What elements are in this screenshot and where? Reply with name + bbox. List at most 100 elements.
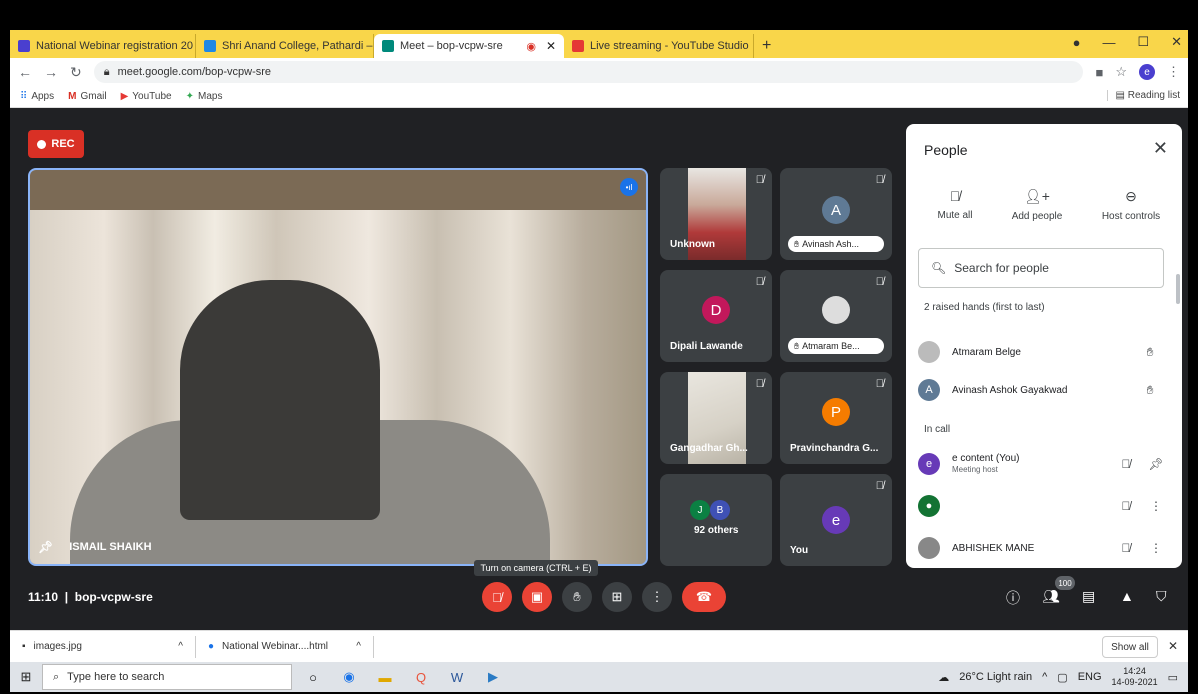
mic-off-icon: 🎙̸ [755,378,764,390]
main-video-tile[interactable]: •ıl 📌︎ ISMAIL SHAIKH [28,168,648,566]
tab-meet[interactable]: Meet – bop-vcpw-sre ◉ ✕ [374,34,564,58]
taskbar-search-input[interactable]: ⌕ Type here to search [42,664,292,690]
raised-hand-icon[interactable]: ✋︎ [1132,383,1168,398]
word-icon[interactable]: W [442,662,472,692]
download-item[interactable]: ● National Webinar....html ^ [196,635,374,658]
camera-icon[interactable]: ■ [1095,65,1103,80]
meeting-details-icon[interactable]: ⓘ [1006,588,1020,608]
mute-all-button[interactable]: 🎙̸ Mute all [910,188,1000,221]
bookmark-star-icon[interactable]: ☆ [1115,64,1127,80]
search-people-input[interactable]: 🔍︎ Search for people [918,248,1164,288]
participant-tile[interactable]: 🎙̸ ✋︎ Atmaram Be... [780,270,892,362]
raised-hand-icon[interactable]: ✋︎ [1132,345,1168,360]
reload-icon[interactable]: ↻ [70,64,82,81]
bookmarks-bar: ⠿ Apps M Gmail ▶ YouTube ✦ Maps ▤ Reading li… [10,86,1188,108]
list-item[interactable]: Atmaram Belge ✋︎ [918,338,1168,366]
file-explorer-icon[interactable]: ▬ [370,662,400,692]
mic-off-icon: 🎙̸ [755,174,764,186]
bookmark-apps[interactable]: ⠿ Apps [20,91,54,102]
bookmark-youtube[interactable]: ▶ YouTube [121,91,172,102]
maximize-icon[interactable]: ☐ [1137,34,1149,50]
close-icon[interactable]: ✕ [546,39,556,53]
profile-avatar[interactable]: e [1139,64,1155,80]
chrome-icon[interactable]: ◉ [334,662,364,692]
network-icon[interactable]: ▢ [1057,671,1067,684]
pin-icon[interactable]: 📌︎ [38,540,53,554]
media-icon[interactable]: ▶ [478,662,508,692]
host-controls-button[interactable]: ⊖ Host controls [1086,188,1176,222]
bookmark-gmail[interactable]: M Gmail [68,91,106,102]
avatar-photo [918,341,940,363]
cortana-icon[interactable]: ○ [298,662,328,692]
list-item[interactable]: A Avinash Ashok Gayakwad ✋︎ [918,376,1168,404]
tab-webinar-registration[interactable]: National Webinar registration 20✕ [10,34,196,58]
list-item[interactable]: ABHISHEK MANE 🎙̸ ⋮ [918,534,1168,562]
app-q-icon[interactable]: Q [406,662,436,692]
people-icon[interactable]: 👥︎ [1042,588,1060,605]
self-tile[interactable]: 🎙̸ e You [780,474,892,566]
pin-icon[interactable]: 📌︎ [1144,457,1168,471]
list-item[interactable]: e e content (You) Meeting host 🎙̸ 📌︎ [918,450,1168,478]
show-all-button[interactable]: Show all [1102,636,1158,658]
meeting-info: 11:10 | bop-vcpw-sre [28,590,153,604]
download-item[interactable]: ▪ images.jpg ^ [10,635,196,658]
recording-icon: ◉ [526,40,536,53]
present-icon: ⊞ [611,589,623,604]
leave-call-button[interactable]: ☎︎ [682,582,726,612]
participant-tile[interactable]: 🎙̸ Gangadhar Gh... [660,372,772,464]
close-window-icon[interactable]: ✕ [1171,34,1182,50]
chevron-up-icon[interactable]: ^ [1042,671,1047,683]
hand-icon: ✋︎ [794,340,800,351]
reading-list-button[interactable]: ▤ Reading list [1106,90,1180,101]
mic-off-icon[interactable]: 🎙̸ [1108,541,1144,555]
mic-off-icon[interactable]: 🎙̸ [1108,457,1144,471]
tab-search-icon[interactable]: ● [1073,35,1081,50]
tab-college[interactable]: Shri Anand College, Pathardi – C✕ [196,34,374,58]
close-icon[interactable]: ✕ [1168,639,1178,653]
notification-icon[interactable]: ▭ [1168,671,1178,684]
mic-off-icon: 🎙̸ [755,276,764,288]
url-input[interactable]: 🔒︎ meet.google.com/bop-vcpw-sre [93,61,1084,83]
more-options-icon[interactable]: ⋮ [1144,541,1168,555]
present-button[interactable]: ⊞ [602,582,632,612]
scrollbar[interactable] [1176,274,1180,304]
participant-tile[interactable]: 🎙̸ Unknown [660,168,772,260]
close-icon[interactable]: ✕ [1153,138,1168,159]
add-people-button[interactable]: 👤︎+ Add people [992,188,1082,222]
participant-tile[interactable]: 🎙̸ P Pravinchandra G... [780,372,892,464]
others-tile[interactable]: J B 92 others [660,474,772,566]
mic-off-icon[interactable]: 🎙̸ [1108,499,1144,513]
camera-toggle-button[interactable]: ▣ [522,582,552,612]
participant-tile[interactable]: 🎙̸ D Dipali Lawande [660,270,772,362]
participant-tile[interactable]: 🎙̸ A ✋︎ Avinash Ash... [780,168,892,260]
host-controls-icon[interactable]: ⛉ [1156,588,1167,605]
video-person-head [180,280,380,520]
chat-icon[interactable]: ▤ [1082,588,1095,605]
more-options-button[interactable]: ⋮ [642,582,672,612]
back-icon[interactable]: ← [18,64,32,80]
avatar-photo [918,537,940,559]
activities-icon[interactable]: ▲ [1120,588,1134,604]
raise-hand-button[interactable]: ✋︎ [562,582,592,612]
tab-youtube-studio[interactable]: Live streaming - YouTube Studio✕ [564,34,754,58]
avatar: e [822,506,850,534]
menu-icon[interactable]: ⋮ [1167,64,1180,80]
hand-icon: ✋︎ [794,238,800,249]
more-options-icon[interactable]: ⋮ [1144,499,1168,513]
avatar: D [702,296,730,324]
avatar: A [918,379,940,401]
minimize-icon[interactable]: — [1102,35,1115,50]
site-icon [204,40,216,52]
clock[interactable]: 14:24 14-09-2021 [1112,666,1158,688]
mic-off-icon: 🎙̸ [875,378,884,390]
people-panel-title: People [924,142,968,158]
list-item[interactable]: ● 🎙̸ ⋮ [918,492,1168,520]
new-tab-button[interactable]: + [754,34,779,58]
bookmark-maps[interactable]: ✦ Maps [186,91,223,102]
hand-icon: ✋︎ [573,589,581,604]
windows-start-icon[interactable]: ⊞ [10,669,42,685]
add-person-icon: 👤︎+ [1024,188,1050,204]
language-indicator[interactable]: ENG [1078,671,1102,683]
microphone-toggle-button[interactable]: 🎙̸ [482,582,512,612]
forward-icon[interactable]: → [44,64,58,80]
